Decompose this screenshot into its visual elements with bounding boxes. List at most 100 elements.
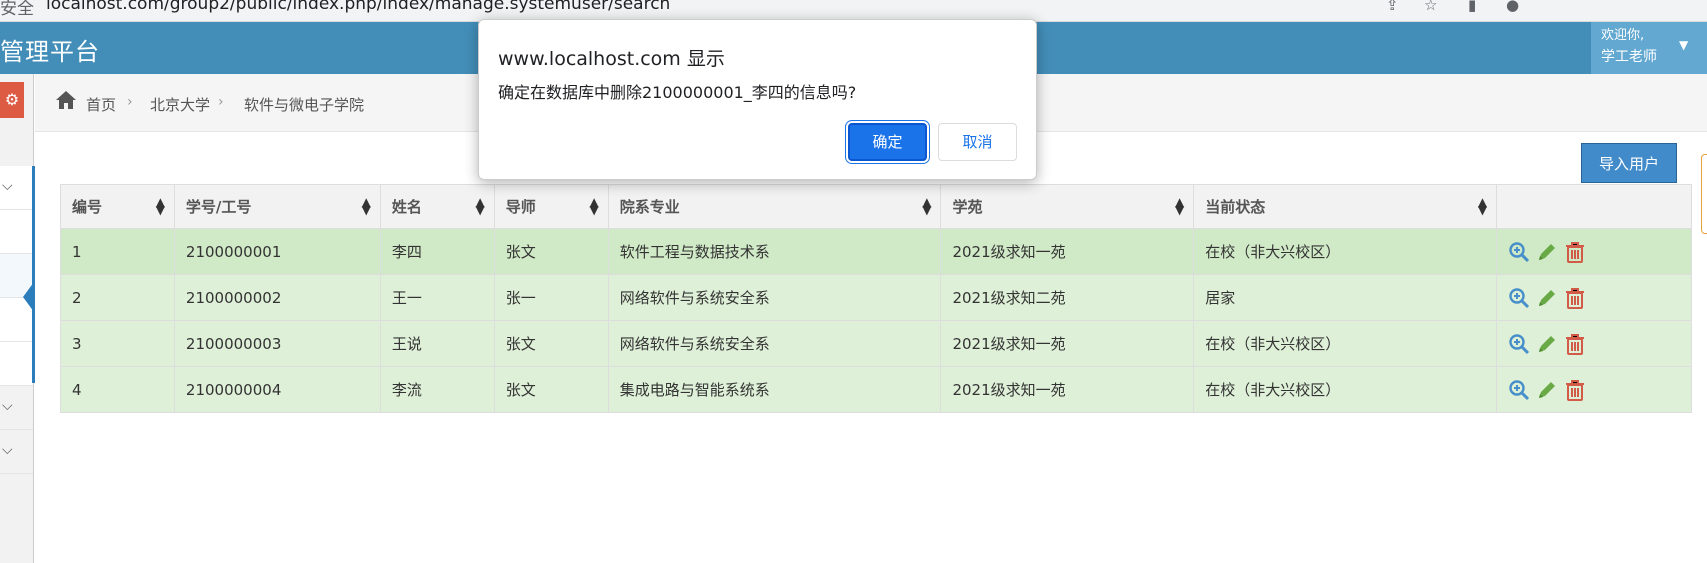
chevron-down-icon: ⌵ — [2, 398, 13, 414]
cell-status: 居家 — [1193, 274, 1498, 321]
col-header-student-no[interactable]: 学号/工号 ▲ ▼ — [173, 184, 381, 229]
breadcrumb-university[interactable]: 北京大学 — [150, 94, 210, 115]
cell-id: 2 — [60, 274, 175, 321]
cell-id: 1 — [60, 228, 175, 275]
cell-dorm: 2021级求知一苑 — [940, 366, 1195, 413]
zoom-in-icon[interactable] — [1508, 241, 1530, 263]
table-row[interactable]: 1 2100000001 李四 张文 软件工程与数据技术系 2021级求知一苑 在校（非大兴… — [60, 228, 1692, 275]
side-tab[interactable] — [1701, 154, 1707, 234]
user-menu[interactable]: 欢迎你, 学工老师 ▼ — [1591, 22, 1707, 74]
cell-student-no: 2100000004 — [173, 366, 381, 413]
sort-icon: ▲ ▼ — [589, 195, 599, 217]
cogs-icon[interactable]: ⚙ — [0, 82, 24, 118]
dialog-message: 确定在数据库中删除2100000001_李四的信息吗? — [498, 83, 857, 102]
cell-department: 软件工程与数据技术系 — [607, 228, 942, 275]
cell-name: 王说 — [379, 320, 495, 367]
breadcrumb-separator: › — [127, 94, 133, 110]
cell-actions — [1496, 320, 1692, 367]
sidepanel-icon[interactable]: ▮ — [1468, 0, 1476, 14]
cell-name: 李流 — [379, 366, 495, 413]
trash-icon[interactable] — [1564, 287, 1586, 309]
sidebar-item-5[interactable]: ⌵ — [0, 386, 33, 430]
sidebar-item-2[interactable] — [0, 210, 33, 254]
col-header-department[interactable]: 院系专业 ▲ ▼ — [607, 184, 942, 229]
home-icon[interactable] — [55, 90, 77, 110]
col-header-name[interactable]: 姓名 ▲ ▼ — [379, 184, 495, 229]
chevron-down-icon: ⌵ — [2, 442, 13, 458]
breadcrumb-separator: › — [218, 94, 224, 110]
sort-icon: ▲ ▼ — [155, 195, 165, 217]
zoom-in-icon[interactable] — [1508, 333, 1530, 355]
sidebar-item-4[interactable] — [0, 342, 33, 386]
zoom-in-icon[interactable] — [1508, 287, 1530, 309]
pencil-icon[interactable] — [1536, 379, 1558, 401]
cell-student-no: 2100000003 — [173, 320, 381, 367]
cell-name: 李四 — [379, 228, 495, 275]
col-header-actions — [1496, 184, 1692, 229]
sort-icon: ▲ ▼ — [1175, 195, 1185, 217]
cancel-button[interactable]: 取消 — [938, 123, 1017, 161]
sort-icon: ▲ ▼ — [1477, 195, 1488, 217]
pencil-icon[interactable] — [1536, 241, 1558, 263]
cell-actions — [1496, 228, 1692, 275]
pencil-icon[interactable] — [1536, 333, 1558, 355]
confirm-dialog: www.localhost.com 显示 确定在数据库中删除2100000001… — [478, 19, 1037, 180]
table-header-row: 编号 ▲ ▼ 学号/工号 ▲ ▼ 姓名 ▲ ▼ 导师 ▲ ▼ 院系专业 ▲ ▼ 学苑 ▲ ▼ 当前状态 ▲… — [60, 184, 1692, 229]
sidebar-active-arrow — [23, 282, 34, 312]
cell-id: 4 — [60, 366, 175, 413]
table-row[interactable]: 2 2100000002 王一 张一 网络软件与系统安全系 2021级求知二苑 居家 — [60, 274, 1692, 321]
user-greeting: 欢迎你, — [1601, 28, 1645, 43]
cell-department: 网络软件与系统安全系 — [607, 274, 942, 321]
cell-advisor: 张文 — [493, 320, 609, 367]
col-header-dorm[interactable]: 学苑 ▲ ▼ — [940, 184, 1195, 229]
address-url[interactable]: localhost.com/group2/public/index.php/in… — [46, 0, 670, 14]
confirm-button[interactable]: 确定 — [848, 123, 927, 161]
import-users-button[interactable]: 导入用户 — [1581, 143, 1677, 183]
zoom-in-icon[interactable] — [1508, 379, 1530, 401]
cell-department: 集成电路与智能系统系 — [607, 366, 942, 413]
cell-status: 在校（非大兴校区） — [1193, 366, 1498, 413]
sidebar: ⚙ ⌵ ⌵ ⌵ — [0, 74, 35, 563]
breadcrumb-home[interactable]: 首页 — [86, 94, 116, 115]
cell-student-no: 2100000002 — [173, 274, 381, 321]
col-header-advisor[interactable]: 导师 ▲ ▼ — [493, 184, 609, 229]
caret-down-icon: ▼ — [1679, 38, 1689, 52]
breadcrumb-school: 软件与微电子学院 — [244, 96, 365, 114]
sort-icon: ▲ ▼ — [475, 195, 485, 217]
cell-actions — [1496, 366, 1692, 413]
pencil-icon[interactable] — [1536, 287, 1558, 309]
col-header-status[interactable]: 当前状态 ▲ ▼ — [1193, 184, 1498, 229]
brand-title[interactable]: 管理平台 — [0, 32, 100, 67]
sidebar-item-6[interactable]: ⌵ — [0, 430, 33, 474]
table-row[interactable]: 4 2100000004 李流 张文 集成电路与智能系统系 2021级求知一苑 在校（非大兴… — [60, 366, 1692, 413]
chevron-down-icon: ⌵ — [2, 178, 13, 194]
security-label[interactable]: 安全 — [0, 0, 34, 19]
cell-id: 3 — [60, 320, 175, 367]
cell-dorm: 2021级求知一苑 — [940, 228, 1195, 275]
share-icon[interactable]: ⇪ — [1386, 0, 1399, 14]
cell-dorm: 2021级求知一苑 — [940, 320, 1195, 367]
trash-icon[interactable] — [1564, 241, 1586, 263]
cell-advisor: 张文 — [493, 228, 609, 275]
table-row[interactable]: 3 2100000003 王说 张文 网络软件与系统安全系 2021级求知一苑 在校（非大兴… — [60, 320, 1692, 367]
cell-status: 在校（非大兴校区） — [1193, 228, 1498, 275]
cell-student-no: 2100000001 — [173, 228, 381, 275]
star-icon[interactable]: ☆ — [1424, 0, 1437, 14]
user-name: 学工老师 — [1601, 49, 1657, 65]
cell-actions — [1496, 274, 1692, 321]
trash-icon[interactable] — [1564, 333, 1586, 355]
sidebar-item-1[interactable]: ⌵ — [0, 166, 33, 210]
sidebar-active-bar — [32, 166, 35, 383]
users-table: 编号 ▲ ▼ 学号/工号 ▲ ▼ 姓名 ▲ ▼ 导师 ▲ ▼ 院系专业 ▲ ▼ 学苑 ▲ ▼ 当前状态 ▲… — [60, 184, 1692, 413]
dialog-title: www.localhost.com 显示 — [498, 48, 725, 70]
profile-icon[interactable]: ● — [1506, 0, 1519, 14]
cell-status: 在校（非大兴校区） — [1193, 320, 1498, 367]
sort-icon: ▲ ▼ — [922, 195, 932, 217]
sort-icon: ▲ ▼ — [361, 195, 371, 217]
cell-dorm: 2021级求知二苑 — [940, 274, 1195, 321]
cell-department: 网络软件与系统安全系 — [607, 320, 942, 367]
cell-advisor: 张一 — [493, 274, 609, 321]
col-header-id[interactable]: 编号 ▲ ▼ — [60, 184, 175, 229]
cell-name: 王一 — [379, 274, 495, 321]
trash-icon[interactable] — [1564, 379, 1586, 401]
